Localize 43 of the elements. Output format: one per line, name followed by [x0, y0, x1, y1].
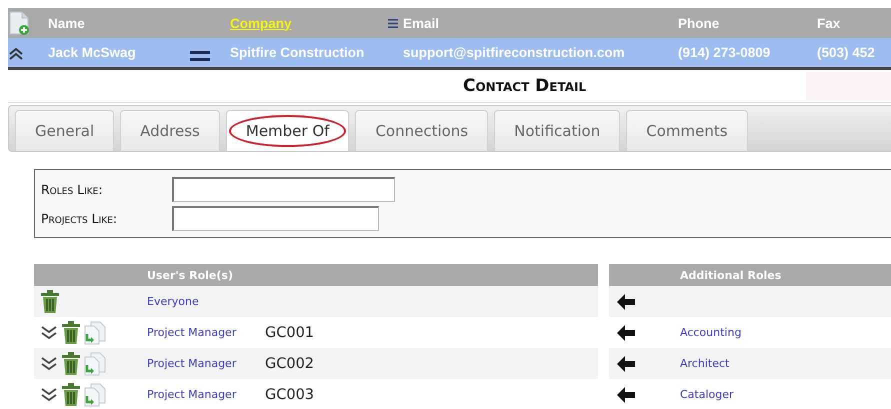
- filter-field[interactable]: [172, 206, 379, 231]
- role-link[interactable]: Architect: [680, 357, 730, 370]
- trash-icon[interactable]: [61, 382, 81, 406]
- contact-cell-text: Jack McSwag: [48, 45, 137, 60]
- filter-label: Projects Like:: [41, 211, 118, 226]
- left-arrow-icon[interactable]: [617, 386, 635, 402]
- equals-icon[interactable]: [190, 50, 210, 60]
- role-link[interactable]: Accounting: [680, 326, 742, 339]
- project-code: GC002: [265, 356, 314, 372]
- double-chevron-down-icon[interactable]: [40, 388, 58, 402]
- trash-icon[interactable]: [40, 290, 60, 314]
- trash-icon[interactable]: [61, 320, 81, 344]
- contact-cell-text: Spitfire Construction: [230, 45, 366, 60]
- project-code: GC003: [265, 386, 314, 402]
- tab[interactable]: Comments: [626, 110, 748, 151]
- filter-field[interactable]: [172, 176, 395, 202]
- section-title: Contact Detail: [463, 76, 586, 96]
- trash-icon[interactable]: [61, 352, 81, 376]
- role-link[interactable]: Everyone: [147, 295, 199, 308]
- contact-cell-text: (914) 273-0809: [678, 45, 772, 60]
- double-chevron-down-icon[interactable]: [40, 356, 58, 370]
- column-header: Additional Roles: [680, 268, 782, 282]
- left-arrow-icon[interactable]: [617, 356, 635, 372]
- tab[interactable]: Address: [120, 110, 220, 151]
- contact-cell-text: (503) 452: [817, 45, 876, 60]
- tab[interactable]: Notification: [494, 110, 620, 151]
- project-code: GC001: [265, 324, 314, 340]
- column-header: User's Role(s): [147, 268, 233, 282]
- tab[interactable]: Member Of: [226, 110, 350, 151]
- contact-cell-text: support@spitfireconstruction.com: [403, 45, 626, 60]
- left-arrow-icon[interactable]: [617, 294, 635, 310]
- double-chevron-up-icon[interactable]: [8, 46, 24, 60]
- tab[interactable]: General: [15, 110, 114, 151]
- filter-label: Roles Like:: [41, 182, 104, 196]
- role-link[interactable]: Project Manager: [147, 326, 236, 339]
- menu-icon[interactable]: [388, 18, 398, 28]
- role-link[interactable]: Cataloger: [680, 388, 734, 401]
- new-document-icon[interactable]: [8, 11, 30, 35]
- role-link[interactable]: Project Manager: [147, 388, 236, 401]
- tab[interactable]: Connections: [355, 110, 488, 151]
- left-arrow-icon[interactable]: [617, 324, 635, 340]
- role-link[interactable]: Project Manager: [147, 357, 236, 370]
- double-chevron-down-icon[interactable]: [40, 326, 58, 340]
